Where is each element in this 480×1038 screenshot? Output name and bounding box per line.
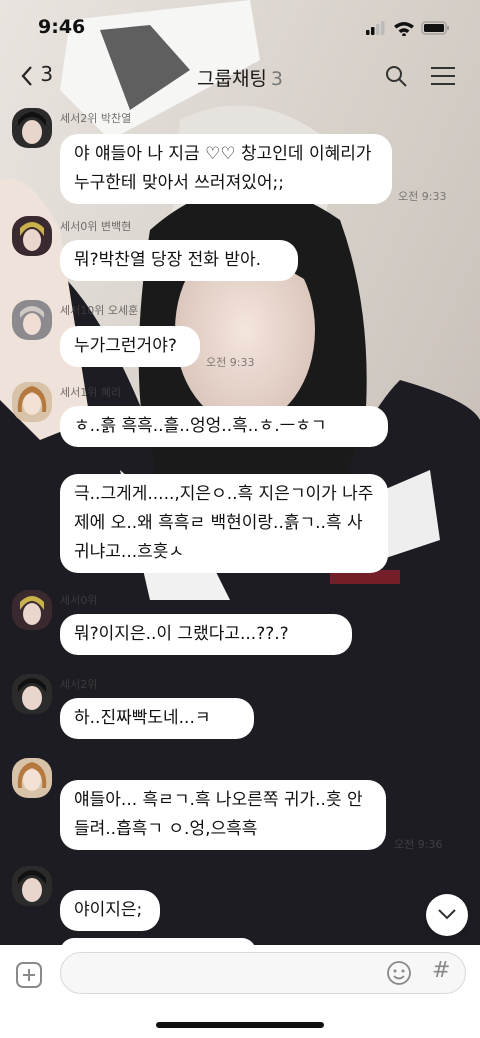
message-bubble[interactable]: 야이지은;: [60, 890, 160, 931]
search-icon: [386, 66, 407, 87]
sender-name: 세서10위 오세훈: [60, 304, 139, 317]
hash-icon: #: [432, 958, 451, 983]
message-time: 오전 9:33: [206, 356, 255, 369]
sender-name: 세서1위 혜리: [60, 386, 122, 399]
sender-name: 세서2위: [60, 678, 98, 691]
chat-title: 그룹채팅 3: [0, 64, 480, 91]
message-bubble[interactable]: 야 얘들아 나 지금 ♡♡ 창고인데 이혜리가 누구한테 맞아서 쓰러져있어;;: [60, 134, 392, 204]
status-time: 9:46: [38, 16, 86, 38]
battery-icon: [421, 21, 449, 35]
avatar[interactable]: [12, 382, 52, 422]
status-icons: [366, 20, 450, 40]
home-indicator: [156, 1022, 324, 1028]
wifi-icon: [394, 22, 414, 37]
sender-name: 세서0위 변백현: [60, 220, 132, 233]
sender-name: 세서0위: [60, 594, 98, 607]
avatar[interactable]: [12, 866, 52, 906]
chat-header: 3 그룹채팅 3: [0, 52, 480, 102]
avatar[interactable]: [12, 108, 52, 148]
avatar[interactable]: [12, 590, 52, 630]
message-bubble[interactable]: 뭐?이지은..이 그랬다고...??.?: [60, 614, 352, 655]
message-time: 오전 9:36: [394, 838, 443, 851]
chevron-down-icon: [438, 909, 456, 920]
member-count: 3: [270, 68, 283, 90]
message-bubble[interactable]: 하..진짜빡도네...ㅋ: [60, 698, 254, 739]
menu-icon: [431, 67, 455, 85]
avatar[interactable]: [12, 216, 52, 256]
avatar[interactable]: [12, 674, 52, 714]
signal-icon: [366, 21, 385, 35]
menu-button[interactable]: [430, 66, 456, 90]
plus-icon: [23, 969, 35, 981]
hash-button[interactable]: #: [432, 958, 450, 983]
search-button[interactable]: [384, 64, 408, 92]
message-bubble[interactable]: 극..그게게.....,지은ㅇ..흑 지은ㄱ이가 나주제에 오..왜 흑흑ㄹ 백…: [60, 474, 388, 573]
scroll-to-bottom-button[interactable]: [426, 894, 468, 936]
attach-button[interactable]: [16, 962, 42, 988]
message-time: 오전 9:33: [398, 190, 447, 203]
message-bubble[interactable]: 누가그런거야?: [60, 326, 200, 367]
avatar[interactable]: [12, 300, 52, 340]
emoji-icon: [387, 961, 411, 985]
avatar[interactable]: [12, 758, 52, 798]
chat-title-text: 그룹채팅: [196, 68, 267, 90]
emoji-button[interactable]: [386, 960, 412, 990]
status-bar: 9:46: [0, 0, 480, 58]
message-bubble[interactable]: 뭐?박찬열 당장 전화 받아.: [60, 240, 298, 281]
message-bubble[interactable]: ㅎ..흙 흑흑..흘..엉엉..흑..ㅎ.ㅡㅎㄱ: [60, 406, 388, 447]
sender-name: 세서2위 박찬열: [60, 112, 132, 125]
message-bubble[interactable]: 얘들아... 흑ㄹㄱ.흑 나오른쪽 귀가..흣 안들려..흡흑ㄱ ㅇ.엉,으흑흑: [60, 780, 386, 850]
